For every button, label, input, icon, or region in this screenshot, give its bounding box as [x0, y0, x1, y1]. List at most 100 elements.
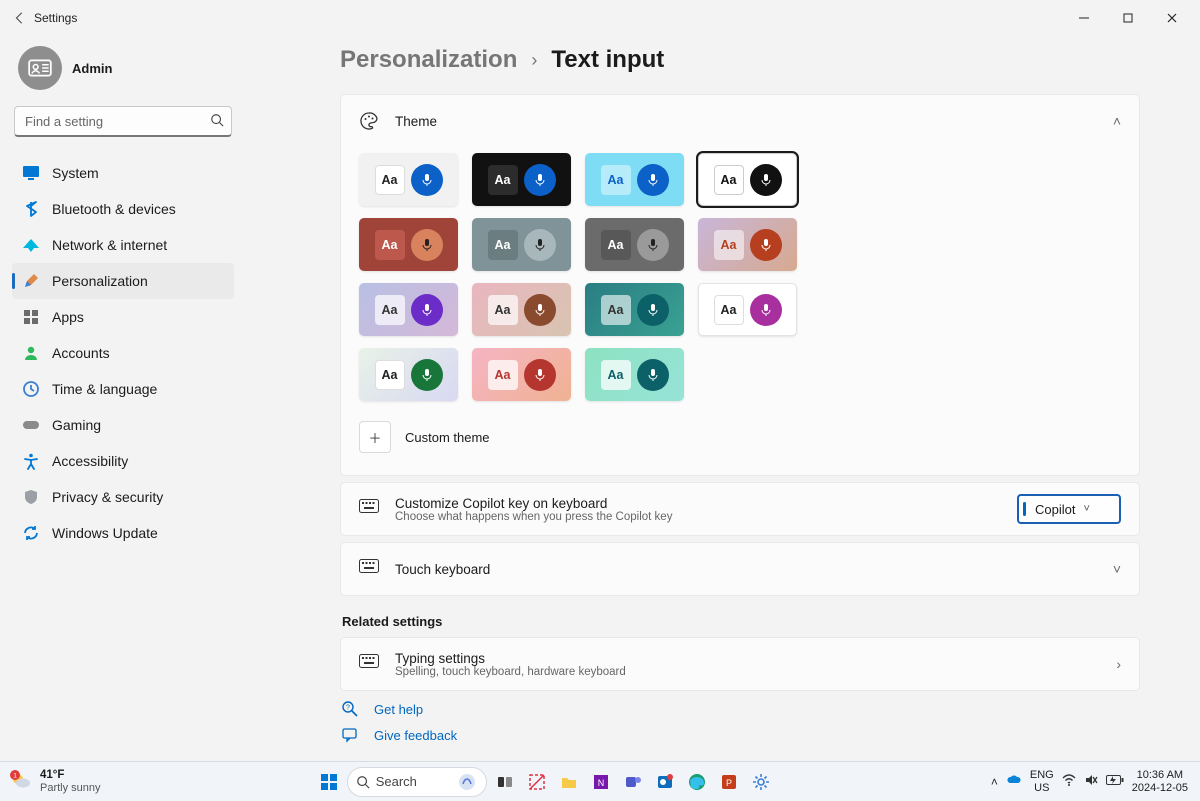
breadcrumb-parent[interactable]: Personalization [340, 46, 517, 74]
svg-text:P: P [726, 778, 732, 788]
nav: System Bluetooth & devices Network & int… [12, 155, 234, 551]
sidebar-item-apps[interactable]: Apps [12, 299, 234, 335]
palette-icon [359, 111, 379, 131]
mic-icon [411, 294, 443, 326]
clock[interactable]: 10:36 AM 2024-12-05 [1132, 769, 1188, 794]
user-info[interactable]: Admin [12, 40, 234, 106]
display-icon [22, 164, 40, 182]
battery-tray-icon[interactable] [1106, 774, 1124, 789]
keyboard-icon [359, 559, 379, 579]
aa-badge: Aa [375, 165, 405, 195]
language-indicator[interactable]: ENG US [1030, 769, 1054, 794]
sidebar-item-personalization[interactable]: Personalization [12, 263, 234, 299]
app-settings[interactable] [747, 768, 775, 796]
close-button[interactable] [1150, 0, 1194, 36]
sidebar: Admin System Bluetooth & devices Network… [0, 36, 246, 555]
back-button[interactable] [6, 0, 34, 36]
app-explorer[interactable] [555, 768, 583, 796]
theme-card: Theme ˄ Aa Aa Aa Aa [340, 94, 1140, 476]
typing-settings-card[interactable]: Typing settings Spelling, touch keyboard… [340, 637, 1140, 691]
sidebar-item-system[interactable]: System [12, 155, 234, 191]
sidebar-item-accounts[interactable]: Accounts [12, 335, 234, 371]
theme-dark[interactable]: Aa [472, 153, 571, 206]
custom-theme-button[interactable]: ＋ Custom theme [359, 421, 1121, 453]
feedback-row[interactable]: Give feedback [342, 727, 1140, 743]
aa-badge: Aa [488, 230, 518, 260]
tray-chevron-icon[interactable]: ˄ [991, 775, 998, 789]
help-icon: ? [342, 701, 358, 717]
plus-icon: ＋ [359, 421, 391, 453]
app-teams[interactable] [619, 768, 647, 796]
feedback-icon [342, 727, 358, 743]
search-icon [210, 113, 224, 130]
volume-tray-icon[interactable] [1084, 773, 1098, 790]
theme-brown[interactable]: Aa [472, 283, 571, 336]
theme-orange[interactable]: Aa [698, 218, 797, 271]
system-tray[interactable]: ˄ ENG US 10:36 AM 2024-12-05 [979, 769, 1200, 794]
sidebar-item-label: Accounts [52, 345, 110, 361]
mic-icon [524, 359, 556, 391]
breadcrumb: Personalization › Text input [340, 46, 1140, 74]
sidebar-item-label: System [52, 165, 99, 181]
weather-widget[interactable]: 1 41°F Partly sunny [10, 769, 101, 794]
sidebar-item-time[interactable]: Time & language [12, 371, 234, 407]
start-button[interactable] [315, 768, 343, 796]
theme-white-black[interactable]: Aa [698, 153, 797, 206]
copilot-icon [458, 773, 476, 791]
aa-badge: Aa [488, 295, 518, 325]
main: Personalization › Text input Theme ˄ Aa … [260, 36, 1200, 769]
sidebar-item-label: Time & language [52, 381, 157, 397]
touch-keyboard-card[interactable]: Touch keyboard ˅ [340, 542, 1140, 596]
theme-gray[interactable]: Aa [585, 218, 684, 271]
svg-text:N: N [597, 778, 604, 788]
sidebar-item-bluetooth[interactable]: Bluetooth & devices [12, 191, 234, 227]
theme-mint[interactable]: Aa [585, 348, 684, 401]
copilot-dropdown[interactable]: Copilot ˅ [1017, 494, 1121, 524]
task-view[interactable] [491, 768, 519, 796]
app-snip[interactable] [523, 768, 551, 796]
search-input[interactable] [14, 106, 232, 137]
sidebar-item-label: Bluetooth & devices [52, 201, 176, 217]
search-box[interactable] [14, 106, 232, 137]
theme-coral[interactable]: Aa [472, 348, 571, 401]
sidebar-item-network[interactable]: Network & internet [12, 227, 234, 263]
get-help-link[interactable]: Get help [374, 702, 423, 717]
keyboard-icon [359, 499, 379, 519]
maximize-button[interactable] [1106, 0, 1150, 36]
theme-green[interactable]: Aa [359, 348, 458, 401]
wifi-tray-icon[interactable] [1062, 773, 1076, 790]
theme-purple[interactable]: Aa [359, 283, 458, 336]
theme-cyan[interactable]: Aa [585, 153, 684, 206]
update-icon [22, 524, 40, 542]
sidebar-item-update[interactable]: Windows Update [12, 515, 234, 551]
gaming-icon [22, 416, 40, 434]
shield-icon [22, 488, 40, 506]
theme-slate[interactable]: Aa [472, 218, 571, 271]
app-edge[interactable] [683, 768, 711, 796]
aa-badge: Aa [375, 230, 405, 260]
paint-icon [22, 272, 40, 290]
feedback-link[interactable]: Give feedback [374, 728, 457, 743]
related-header: Related settings [342, 614, 1140, 629]
theme-teal[interactable]: Aa [585, 283, 684, 336]
sidebar-item-label: Apps [52, 309, 84, 325]
taskbar-search[interactable]: Search [347, 767, 487, 797]
theme-header[interactable]: Theme ˄ [341, 95, 1139, 147]
get-help-row[interactable]: ? Get help [342, 701, 1140, 717]
app-powerpoint[interactable]: P [715, 768, 743, 796]
app-onenote[interactable]: N [587, 768, 615, 796]
theme-red[interactable]: Aa [359, 218, 458, 271]
sidebar-item-gaming[interactable]: Gaming [12, 407, 234, 443]
app-outlook[interactable] [651, 768, 679, 796]
sidebar-item-privacy[interactable]: Privacy & security [12, 479, 234, 515]
theme-magenta[interactable]: Aa [698, 283, 797, 336]
aa-badge: Aa [601, 230, 631, 260]
sidebar-item-accessibility[interactable]: Accessibility [12, 443, 234, 479]
onedrive-icon[interactable] [1006, 774, 1022, 789]
aa-badge: Aa [714, 165, 744, 195]
mic-icon [637, 229, 669, 261]
theme-light-blue[interactable]: Aa [359, 153, 458, 206]
minimize-button[interactable] [1062, 0, 1106, 36]
sidebar-item-label: Windows Update [52, 525, 158, 541]
copilot-title: Customize Copilot key on keyboard Choose… [395, 496, 1001, 523]
